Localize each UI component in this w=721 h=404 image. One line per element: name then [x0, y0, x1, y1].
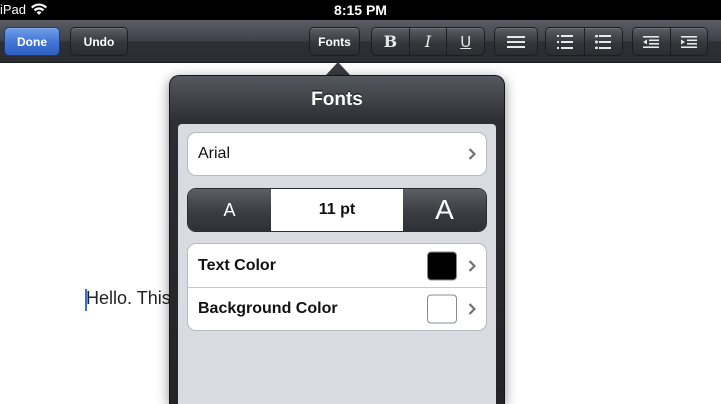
background-color-label: Background Color [198, 300, 338, 317]
text-color-swatch [427, 251, 457, 280]
bullet-list-icon [595, 34, 612, 49]
indent-segment [632, 27, 708, 56]
chevron-right-icon [468, 259, 476, 272]
background-color-swatch [427, 294, 457, 324]
align-justify-icon [507, 35, 525, 48]
status-bar: iPad 8:15 PM [0, 0, 721, 20]
increase-size-button[interactable]: A [403, 189, 486, 231]
color-group: Text Color Background Color [187, 243, 487, 331]
align-button[interactable] [495, 28, 537, 55]
bullet-list-button[interactable] [583, 28, 623, 55]
underline-button[interactable]: U [446, 28, 484, 55]
font-size-control: A 11 pt A [187, 188, 487, 232]
italic-icon: I [424, 32, 432, 51]
font-size-value: 11 pt [271, 189, 403, 231]
bold-button[interactable]: B [372, 28, 409, 55]
numbered-list-button[interactable] [546, 28, 584, 55]
chevron-right-icon [468, 148, 476, 160]
font-family-group: Arial [187, 132, 487, 176]
outdent-icon [643, 35, 660, 48]
font-family-row[interactable]: Arial [188, 133, 486, 175]
decrease-size-button[interactable]: A [188, 189, 271, 231]
numbered-list-icon [556, 34, 573, 49]
popover-title: Fonts [311, 89, 363, 110]
text-color-label: Text Color [198, 256, 276, 274]
text-color-row[interactable]: Text Color [188, 244, 486, 287]
chevron-right-icon [468, 303, 476, 315]
font-family-value: Arial [198, 145, 231, 162]
outdent-button[interactable] [633, 28, 670, 55]
fonts-popover: Fonts Arial A 11 pt A Text Color Backgro… [169, 75, 505, 404]
popover-arrow [326, 62, 350, 75]
indent-button[interactable] [669, 28, 708, 55]
italic-button[interactable]: I [408, 28, 447, 55]
alignment-segment [494, 27, 538, 56]
underline-icon: U [460, 32, 472, 51]
undo-button[interactable]: Undo [70, 27, 128, 56]
fonts-button[interactable]: Fonts [309, 27, 360, 56]
text-style-segment: B I U [371, 27, 485, 56]
background-color-row[interactable]: Background Color [188, 287, 486, 330]
popover-body: Arial A 11 pt A Text Color Background Co… [178, 124, 496, 404]
done-button[interactable]: Done [4, 27, 60, 56]
list-segment [545, 27, 623, 56]
indent-icon [680, 35, 697, 48]
document-text[interactable]: Hello. This [86, 288, 171, 309]
editor-toolbar: Done Undo Fonts B I U [0, 20, 721, 63]
bold-icon: B [383, 32, 398, 51]
status-time: 8:15 PM [334, 2, 387, 18]
